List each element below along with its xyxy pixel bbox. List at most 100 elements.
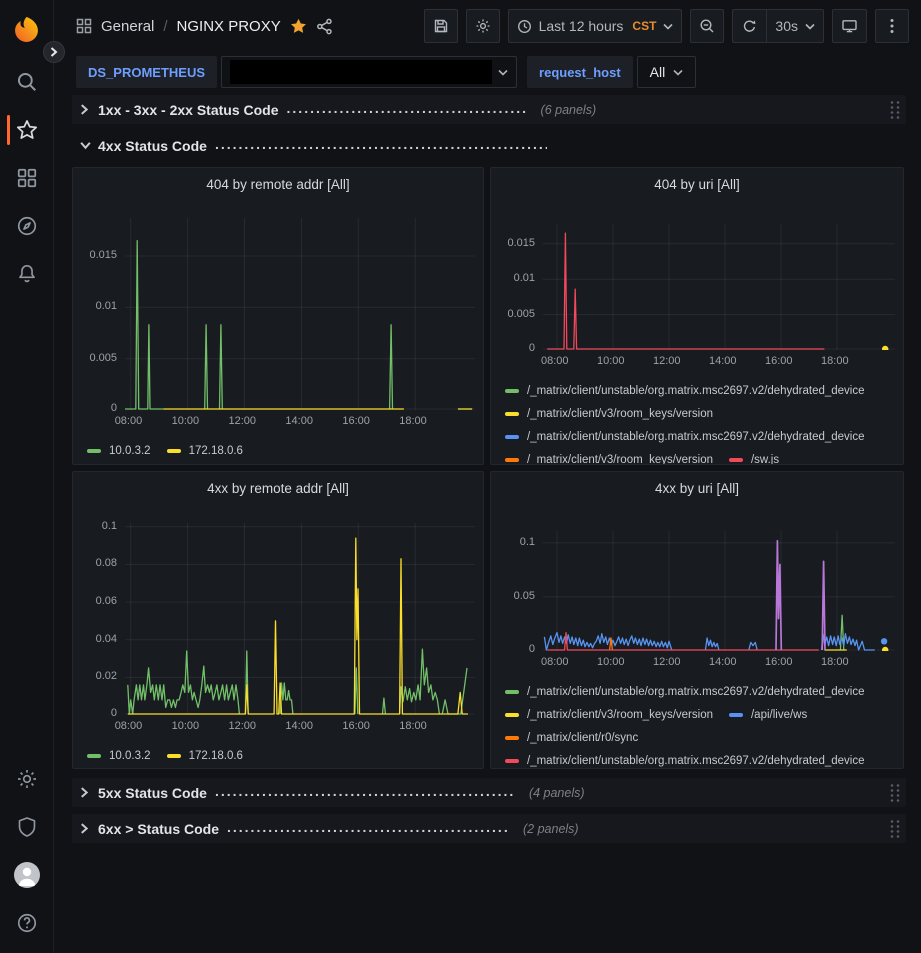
panel-title[interactable]: 4xx by uri [All]: [499, 478, 895, 500]
sidebar-item-search[interactable]: [0, 58, 54, 106]
x-tick-label: 12:00: [229, 720, 257, 732]
sidebar-item-alerting[interactable]: [0, 250, 54, 298]
chart-plot[interactable]: [543, 531, 895, 651]
main-area: General / NGINX PROXY: [54, 0, 921, 953]
y-tick-label: 0.015: [507, 236, 535, 251]
row-header-6xx[interactable]: 6xx > Status Code ......................…: [72, 814, 906, 843]
sidebar-item-server-admin[interactable]: [0, 803, 54, 851]
row-drag-handle[interactable]: [889, 100, 900, 119]
datasource-variable-label[interactable]: DS_PROMETHEUS: [76, 56, 217, 88]
chart-legend: 10.0.3.2 172.18.0.6: [87, 744, 475, 767]
dashboard-title[interactable]: NGINX PROXY: [177, 18, 281, 35]
legend-item[interactable]: /_matrix/client/unstable/org.matrix.msc2…: [505, 379, 865, 402]
refresh-button[interactable]: [732, 9, 766, 43]
refresh-interval-picker[interactable]: 30s: [766, 9, 824, 43]
x-tick-label: 10:00: [172, 720, 200, 732]
row-leader-dots: ........................................…: [227, 819, 509, 838]
legend-swatch: [505, 435, 519, 439]
legend-item[interactable]: /_matrix/client/v3/room_keys/version: [505, 703, 713, 726]
chart-legend: /_matrix/client/unstable/org.matrix.msc2…: [505, 379, 895, 465]
legend-item[interactable]: /sw.js: [729, 448, 779, 465]
x-tick-label: 16:00: [765, 656, 793, 668]
y-tick-label: 0.06: [96, 594, 117, 609]
legend-swatch: [505, 736, 519, 740]
x-tick-label: 16:00: [765, 355, 793, 367]
share-icon[interactable]: [316, 18, 333, 35]
legend-label: /sw.js: [751, 454, 779, 466]
dashboard-settings-button[interactable]: [466, 9, 500, 43]
chart-panel: 4xx by uri [All] 00.050.1 08:0010:0012:0…: [490, 471, 904, 769]
x-tick-label: 18:00: [399, 415, 427, 427]
legend-swatch: [505, 759, 519, 763]
request-host-variable-select[interactable]: All: [637, 56, 697, 88]
refresh-icon: [742, 19, 757, 34]
x-tick-label: 18:00: [399, 720, 427, 732]
chart-panel: 404 by remote addr [All] 00.0050.010.015…: [72, 167, 484, 465]
sidebar-item-starred[interactable]: [0, 106, 54, 154]
more-options-button[interactable]: [875, 9, 909, 43]
navbar: General / NGINX PROXY: [54, 0, 921, 52]
legend-item[interactable]: 10.0.3.2: [87, 744, 151, 767]
save-dashboard-button[interactable]: [424, 9, 458, 43]
gear-icon: [475, 18, 491, 34]
legend-item[interactable]: /_matrix/client/v3/room_keys/version: [505, 402, 713, 425]
legend-item[interactable]: 172.18.0.6: [167, 439, 243, 462]
legend-swatch: [505, 389, 519, 393]
legend-item[interactable]: /_matrix/client/r0/sync: [505, 726, 638, 749]
legend-item[interactable]: 172.18.0.6: [167, 744, 243, 767]
compass-icon: [16, 215, 38, 237]
sidebar-item-explore[interactable]: [0, 202, 54, 250]
datasource-variable-select[interactable]: [221, 56, 517, 88]
legend-label: /_matrix/client/v3/room_keys/version: [527, 408, 713, 420]
cycle-view-mode-button[interactable]: [832, 9, 867, 43]
row-drag-handle[interactable]: [889, 783, 900, 802]
legend-item[interactable]: /_matrix/client/unstable/org.matrix.msc2…: [505, 749, 865, 769]
legend-item[interactable]: /_matrix/client/unstable/org.matrix.msc2…: [505, 680, 865, 703]
x-tick-label: 12:00: [653, 656, 681, 668]
breadcrumb-folder[interactable]: General: [101, 18, 154, 35]
panel-title[interactable]: 404 by uri [All]: [499, 174, 895, 196]
row-header-4xx[interactable]: 4xx Status Code ........................…: [72, 131, 906, 160]
chart-area: 00.020.040.060.080.1: [81, 523, 475, 715]
time-range-picker[interactable]: Last 12 hours CST: [508, 9, 683, 43]
legend-item[interactable]: 10.0.3.2: [87, 439, 151, 462]
sidebar-item-configuration[interactable]: [0, 755, 54, 803]
row-header-5xx[interactable]: 5xx Status Code ........................…: [72, 778, 906, 807]
row-drag-handle[interactable]: [889, 819, 900, 838]
legend-item[interactable]: /_matrix/client/unstable/org.matrix.msc2…: [505, 425, 865, 448]
row-leader-dots: ........................................…: [215, 136, 547, 155]
x-tick-label: 14:00: [709, 656, 737, 668]
timezone-label: CST: [632, 19, 656, 33]
chart-plot[interactable]: [125, 523, 475, 715]
zoom-out-time-button[interactable]: [690, 9, 724, 43]
star-icon: [16, 119, 38, 141]
sidebar-expand-button[interactable]: [43, 41, 65, 63]
panel-title[interactable]: 404 by remote addr [All]: [81, 174, 475, 196]
sidebar-item-help[interactable]: [0, 899, 54, 947]
save-icon: [433, 18, 449, 34]
sidebar-item-dashboards[interactable]: [0, 154, 54, 202]
chart-plot[interactable]: [125, 218, 475, 410]
zoom-out-icon: [699, 18, 715, 34]
chart-plot[interactable]: [543, 224, 895, 350]
request-host-variable-label[interactable]: request_host: [527, 56, 633, 88]
legend-label: 10.0.3.2: [109, 445, 151, 457]
legend-item[interactable]: /_matrix/client/v3/room_keys/version: [505, 448, 713, 465]
legend-label: /_matrix/client/unstable/org.matrix.msc2…: [527, 385, 865, 397]
y-tick-label: 0.005: [507, 307, 535, 322]
legend-item[interactable]: /api/live/ws: [729, 703, 807, 726]
sidebar-item-profile[interactable]: [0, 851, 54, 899]
breadcrumb-separator: /: [163, 18, 167, 35]
y-tick-label: 0.04: [96, 632, 117, 647]
monitor-icon: [841, 18, 858, 34]
avatar: [14, 862, 40, 888]
x-tick-label: 08:00: [541, 656, 569, 668]
x-tick-label: 10:00: [172, 415, 200, 427]
row-title: 6xx > Status Code: [98, 821, 219, 837]
favorite-star-icon[interactable]: [290, 18, 307, 35]
legend-label: /_matrix/client/r0/sync: [527, 732, 638, 744]
panel-title[interactable]: 4xx by remote addr [All]: [81, 478, 475, 500]
legend-swatch: [505, 458, 519, 462]
chart-panel: 404 by uri [All] 00.0050.010.015 08:0010…: [490, 167, 904, 465]
row-header-1xx-3xx-2xx[interactable]: 1xx - 3xx - 2xx Status Code ............…: [72, 95, 906, 124]
